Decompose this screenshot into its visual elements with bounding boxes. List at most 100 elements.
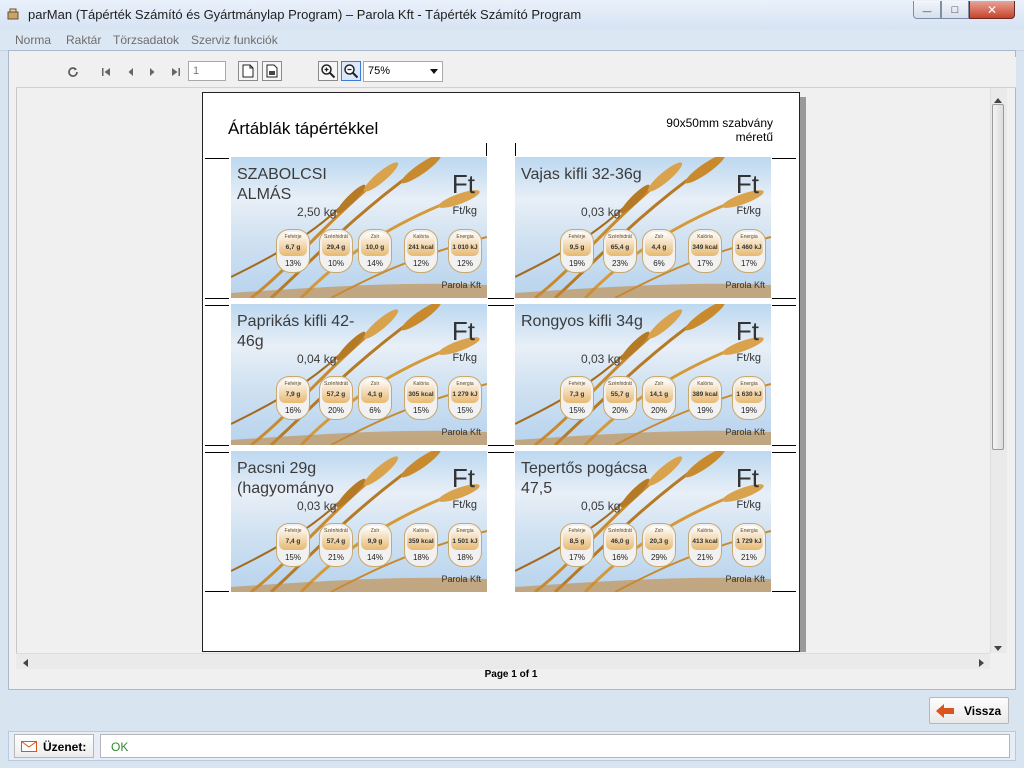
cut-mark	[772, 305, 796, 306]
nutrient-value: 4,1 g	[367, 391, 383, 398]
close-icon: ✕	[986, 2, 998, 17]
nutrient-name: Kalória	[413, 381, 429, 387]
cut-mark	[205, 305, 229, 306]
company-name: Parola Kft	[725, 280, 765, 290]
refresh-icon[interactable]	[64, 63, 82, 81]
nutrient-value: 6,7 g	[285, 244, 301, 251]
page-shadow	[800, 97, 806, 652]
nutrient-value: 1 010 kJ	[452, 244, 478, 251]
cut-mark	[772, 298, 796, 299]
nutrient-value: 7,4 g	[285, 538, 301, 545]
nutrient-value: 20,3 g	[649, 538, 669, 545]
product-name: Rongyos kifli 34g	[521, 313, 643, 330]
nutrient-value: 57,4 g	[326, 538, 346, 545]
nutrient-value: 10,0 g	[365, 244, 385, 251]
nutrient-name: Szénhidrát	[324, 234, 348, 240]
nutrient-percent: 29%	[650, 553, 667, 562]
nutrient-name: Szénhidrát	[324, 528, 348, 534]
nutrient-percent: 20%	[611, 406, 628, 415]
horizontal-scrollbar[interactable]	[16, 653, 990, 669]
nutrient-badge: Szénhidrát 29,4 g 10%	[319, 229, 353, 273]
nutrient-badge: Zsír 14,1 g 20%	[642, 376, 676, 420]
cut-mark	[486, 143, 487, 156]
nutrient-value: 305 kcal	[408, 391, 434, 398]
scroll-down-icon[interactable]	[994, 641, 1002, 655]
currency-label: Ft	[451, 316, 475, 346]
nutrient-value: 359 kcal	[408, 538, 434, 545]
cut-mark	[772, 591, 796, 592]
nutrient-badge: Szénhidrát 55,7 g 20%	[603, 376, 637, 420]
menu-item-raktar[interactable]: Raktár	[66, 33, 101, 47]
nutrient-badge: Zsír 4,1 g 6%	[358, 376, 392, 420]
cut-mark	[488, 452, 514, 453]
nutrient-value: 7,9 g	[285, 391, 301, 398]
cut-mark	[205, 298, 229, 299]
next-page-icon[interactable]	[143, 63, 161, 81]
price-label: SZABOLCSI ALMÁS 2,50 kg Ft Ft/kg Fehérje…	[231, 157, 487, 298]
nutrient-value: 413 kcal	[692, 538, 718, 545]
page-number-input[interactable]: 1	[188, 61, 226, 81]
product-name: Paprikás kifli 42-46g	[237, 313, 355, 350]
zoom-out-icon[interactable]	[341, 61, 361, 81]
nutrient-name: Energia	[740, 234, 758, 240]
nutrient-percent: 18%	[412, 553, 429, 562]
chevron-down-icon	[430, 69, 438, 74]
menu-item-torzsadatok[interactable]: Törzsadatok	[113, 33, 179, 47]
nutrient-percent: 20%	[327, 406, 344, 415]
vertical-scroll-thumb[interactable]	[992, 104, 1004, 450]
nutrient-name: Fehérje	[568, 234, 586, 240]
back-button[interactable]: Vissza	[929, 697, 1009, 724]
menu-item-szerviz[interactable]: Szerviz funkciók	[191, 33, 278, 47]
cut-mark	[772, 452, 796, 453]
nutrient-percent: 15%	[284, 553, 301, 562]
price-label: Rongyos kifli 34g 0,03 kg Ft Ft/kg Fehér…	[515, 304, 771, 445]
page-setup-icon[interactable]	[262, 61, 282, 81]
nutrient-percent: 21%	[740, 553, 757, 562]
maximize-icon: □	[951, 3, 959, 16]
nutrient-percent: 20%	[650, 406, 667, 415]
nutrient-badge: Energia 1 460 kJ 17%	[732, 229, 766, 273]
single-page-icon[interactable]	[238, 61, 258, 81]
nutrient-name: Fehérje	[284, 528, 302, 534]
nutrient-percent: 15%	[456, 406, 473, 415]
maximize-button[interactable]: □	[941, 1, 969, 19]
nutrient-badge: Kalória 359 kcal 18%	[404, 523, 438, 567]
first-page-icon[interactable]	[98, 63, 116, 81]
nutrient-percent: 14%	[366, 553, 383, 562]
nutrient-badge: Zsír 9,9 g 14%	[358, 523, 392, 567]
envelope-icon	[21, 741, 37, 752]
nutrient-name: Kalória	[413, 528, 429, 534]
minimize-icon: —	[922, 5, 932, 16]
nutrient-name: Kalória	[697, 234, 713, 240]
nutrient-percent: 6%	[369, 406, 381, 415]
product-quantity: 0,04 kg	[297, 352, 337, 366]
nutrient-value: 9,5 g	[569, 244, 585, 251]
cut-mark	[205, 158, 229, 159]
zoom-in-icon[interactable]	[318, 61, 338, 81]
nutrient-name: Szénhidrát	[608, 234, 632, 240]
minimize-button[interactable]: —	[913, 1, 941, 19]
nutrient-value: 46,0 g	[610, 538, 630, 545]
nutrient-badge: Fehérje 7,3 g 15%	[560, 376, 594, 420]
nutrient-percent: 23%	[611, 259, 628, 268]
scroll-left-icon[interactable]	[22, 656, 28, 670]
cut-mark	[488, 305, 514, 306]
close-button[interactable]: ✕	[969, 1, 1015, 19]
last-page-icon[interactable]	[166, 63, 184, 81]
nutrient-badge: Zsír 4,4 g 6%	[642, 229, 676, 273]
app-icon	[7, 8, 19, 20]
currency-label: Ft	[451, 169, 475, 199]
nutrient-value: 1 460 kJ	[736, 244, 762, 251]
nutrient-name: Fehérje	[568, 528, 586, 534]
zoom-select[interactable]: 75%	[363, 61, 443, 82]
product-quantity: 0,05 kg	[581, 499, 621, 513]
prev-page-icon[interactable]	[122, 63, 140, 81]
nutrient-percent: 13%	[284, 259, 301, 268]
scroll-right-icon[interactable]	[979, 656, 985, 670]
nutrient-name: Szénhidrát	[324, 381, 348, 387]
company-name: Parola Kft	[725, 574, 765, 584]
nutrient-percent: 19%	[568, 259, 585, 268]
nutrient-name: Kalória	[697, 528, 713, 534]
unit-price-label: Ft/kg	[452, 352, 477, 364]
menu-item-norma[interactable]: Norma	[15, 33, 51, 47]
